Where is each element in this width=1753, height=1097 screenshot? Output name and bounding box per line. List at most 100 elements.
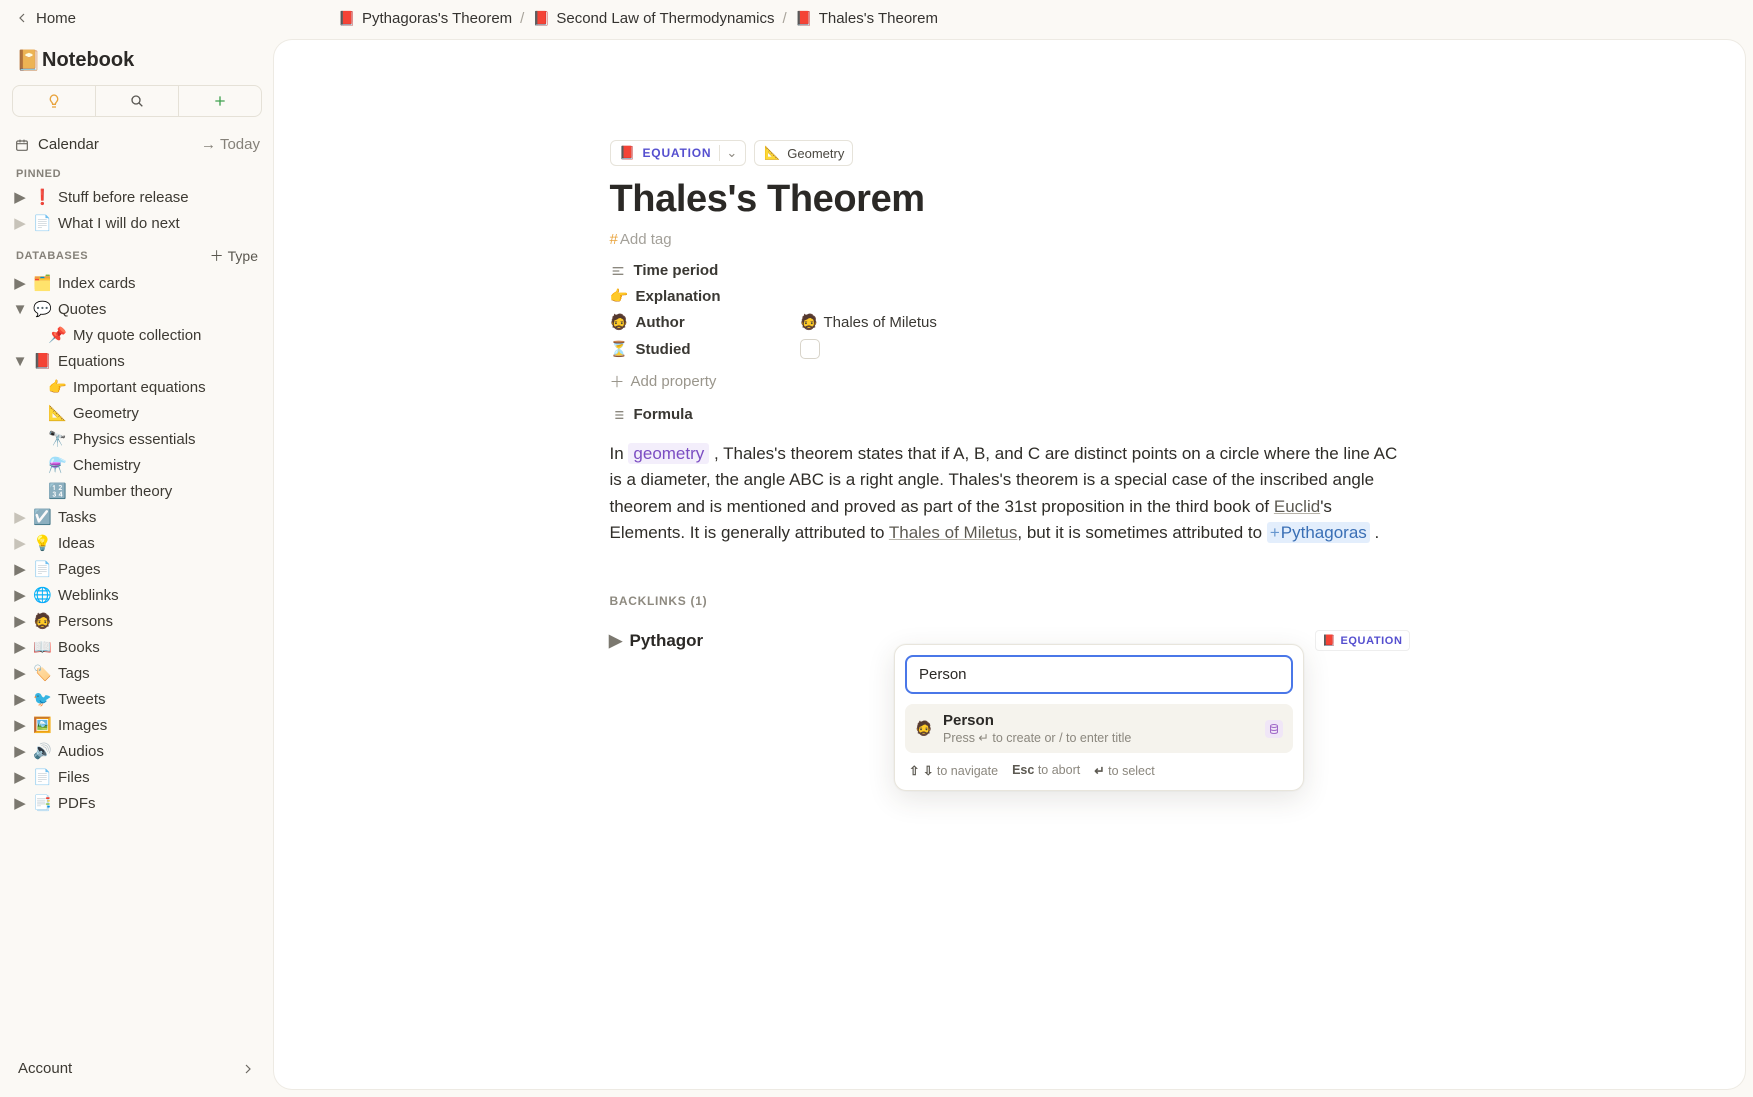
breadcrumb-sep: / bbox=[783, 10, 787, 27]
prop-formula[interactable]: Formula bbox=[610, 406, 1410, 423]
backlinks-heading: BACKLINKS (1) bbox=[610, 594, 1410, 608]
sidebar-db-item[interactable]: ▶🔊Audios bbox=[10, 738, 264, 764]
add-property-button[interactable]: ＋Add property bbox=[610, 367, 1410, 406]
author-value: Thales of Miletus bbox=[824, 314, 937, 331]
sidebar-db-item[interactable]: ▼💬Quotes bbox=[10, 296, 264, 322]
twisty-icon[interactable]: ▶ bbox=[14, 742, 26, 760]
pinned-item[interactable]: ▶❗Stuff before release bbox=[10, 184, 264, 210]
sidebar-db-child[interactable]: 🔭Physics essentials bbox=[10, 426, 264, 452]
bookmark-icon[interactable] bbox=[1601, 6, 1609, 31]
prop-studied[interactable]: ⏳Studied bbox=[610, 339, 1410, 359]
history-back-all-icon[interactable] bbox=[284, 6, 292, 31]
chevron-right-icon[interactable] bbox=[240, 1061, 256, 1077]
arrow-left-icon bbox=[14, 10, 30, 26]
link-euclid[interactable]: Euclid bbox=[1274, 497, 1320, 516]
link-search-input[interactable] bbox=[905, 655, 1293, 694]
prop-author[interactable]: 🧔Author 🧔Thales of Miletus bbox=[610, 313, 1410, 331]
sidebar-db-item[interactable]: ▶🗂️Index cards bbox=[10, 270, 264, 296]
shuffle-icon[interactable] bbox=[1575, 6, 1583, 31]
sidebar-db-child[interactable]: 🔢Number theory bbox=[10, 478, 264, 504]
history-back-icon[interactable] bbox=[302, 6, 310, 31]
page-title[interactable]: Thales's Theorem bbox=[610, 178, 1410, 221]
scissors-icon[interactable] bbox=[1627, 6, 1635, 31]
add-type-button[interactable]: ＋ Type bbox=[210, 246, 258, 266]
sidebar-db-item[interactable]: ▶🐦Tweets bbox=[10, 686, 264, 712]
prop-time-period[interactable]: Time period bbox=[610, 262, 1410, 279]
pinned-heading: PINNED bbox=[10, 158, 264, 184]
sidebar-db-item[interactable]: ▶📖Books bbox=[10, 634, 264, 660]
add-tag-button[interactable]: #Add tag bbox=[610, 231, 1410, 248]
twisty-icon[interactable]: ▶ bbox=[14, 508, 26, 526]
twisty-icon[interactable]: ▶ bbox=[14, 768, 26, 786]
sidebar-db-item[interactable]: ▶🏷️Tags bbox=[10, 660, 264, 686]
sidebar-db-item[interactable]: ▶📄Pages bbox=[10, 556, 264, 582]
breadcrumb-item[interactable]: 📕Pythagoras's Theorem bbox=[338, 10, 512, 27]
sidebar-db-item[interactable]: ▶📄Files bbox=[10, 764, 264, 790]
notebook-title[interactable]: 📔 Notebook bbox=[10, 42, 264, 85]
twisty-icon[interactable]: ▶ bbox=[610, 631, 622, 651]
twisty-icon[interactable]: ▶ bbox=[14, 794, 26, 812]
suggestion-item[interactable]: 🧔 Person Press ↵ to create or / to enter… bbox=[905, 704, 1293, 753]
breadcrumb-item[interactable]: 📕Second Law of Thermodynamics bbox=[532, 10, 774, 27]
search-button[interactable] bbox=[95, 86, 178, 116]
studied-checkbox[interactable] bbox=[800, 339, 820, 359]
sidebar: 📔 Notebook Calendar → Today PINNED ▶❗Stu… bbox=[0, 36, 274, 1097]
sidebar-db-item[interactable]: ▶💡Ideas bbox=[10, 530, 264, 556]
text-lines-icon bbox=[610, 263, 626, 279]
twisty-icon[interactable]: ▶ bbox=[14, 188, 26, 206]
link-thales-miletus[interactable]: Thales of Miletus bbox=[889, 523, 1018, 542]
sidebar-db-child[interactable]: 📌My quote collection bbox=[10, 322, 264, 348]
sidebar-db-item[interactable]: ▶🧔Persons bbox=[10, 608, 264, 634]
person-icon: 🧔 bbox=[915, 720, 933, 737]
twisty-icon[interactable]: ▶ bbox=[14, 690, 26, 708]
home-link[interactable]: Home bbox=[14, 10, 76, 27]
database-icon bbox=[1265, 720, 1283, 738]
pinned-item[interactable]: ▶📄What I will do next bbox=[10, 210, 264, 236]
ideas-button[interactable] bbox=[13, 86, 95, 116]
breadcrumb-item[interactable]: 📕Thales's Theorem bbox=[795, 10, 938, 27]
calendar-icon bbox=[14, 137, 30, 153]
twisty-icon[interactable]: ▶ bbox=[14, 612, 26, 630]
account-link[interactable]: Account bbox=[18, 1060, 72, 1077]
sidebar-db-item[interactable]: ▶☑️Tasks bbox=[10, 504, 264, 530]
twisty-icon[interactable]: ▶ bbox=[14, 214, 26, 232]
twisty-icon[interactable]: ▶ bbox=[14, 534, 26, 552]
sidebar-db-item[interactable]: ▶📑PDFs bbox=[10, 790, 264, 816]
sidebar-db-item[interactable]: ▶🖼️Images bbox=[10, 712, 264, 738]
sidebar-db-child[interactable]: 👉Important equations bbox=[10, 374, 264, 400]
keyword-geometry[interactable]: geometry bbox=[628, 443, 709, 464]
twisty-icon[interactable]: ▶ bbox=[14, 586, 26, 604]
sidebar-db-child[interactable]: 📐Geometry bbox=[10, 400, 264, 426]
sidebar-db-item[interactable]: ▶🌐Weblinks bbox=[10, 582, 264, 608]
home-label: Home bbox=[36, 10, 76, 27]
sidebar-actions bbox=[12, 85, 262, 117]
twisty-icon[interactable]: ▼ bbox=[14, 353, 26, 370]
settings-icon[interactable] bbox=[248, 6, 256, 31]
new-button[interactable] bbox=[178, 86, 261, 116]
page-body[interactable]: In geometry , Thales's theorem states th… bbox=[610, 441, 1410, 546]
expand-icon[interactable] bbox=[266, 6, 274, 31]
twisty-icon[interactable]: ▶ bbox=[14, 638, 26, 656]
twisty-icon[interactable]: ▶ bbox=[14, 560, 26, 578]
sidebar-db-item[interactable]: ▼📕Equations bbox=[10, 348, 264, 374]
twisty-icon[interactable]: ▼ bbox=[14, 301, 26, 318]
moon-icon[interactable] bbox=[1679, 6, 1687, 31]
pin-icon[interactable] bbox=[1653, 6, 1661, 31]
today-link[interactable]: → Today bbox=[201, 136, 260, 153]
calendar-link[interactable]: Calendar bbox=[38, 136, 99, 153]
plus-icon: ＋ bbox=[610, 371, 625, 392]
backlink-type-badge: 📕EQUATION bbox=[1315, 630, 1409, 651]
mention-pythagoras[interactable]: +Pythagoras bbox=[1267, 522, 1370, 543]
twisty-icon[interactable]: ▶ bbox=[14, 716, 26, 734]
twisty-icon[interactable]: ▶ bbox=[14, 274, 26, 292]
sidebar-db-child[interactable]: ⚗️Chemistry bbox=[10, 452, 264, 478]
twisty-icon[interactable]: ▶ bbox=[14, 664, 26, 682]
suggestion-title: Person bbox=[943, 712, 1255, 729]
menu-icon[interactable] bbox=[1731, 6, 1739, 31]
copy-icon[interactable] bbox=[1705, 6, 1713, 31]
type-chip-equation[interactable]: 📕 EQUATION ⌄ bbox=[610, 140, 747, 166]
chevron-down-icon[interactable]: ⌄ bbox=[719, 145, 737, 161]
history-forward-icon[interactable] bbox=[320, 6, 328, 31]
tag-chip-geometry[interactable]: 📐 Geometry bbox=[754, 140, 853, 166]
prop-explanation[interactable]: 👉Explanation bbox=[610, 287, 1410, 305]
